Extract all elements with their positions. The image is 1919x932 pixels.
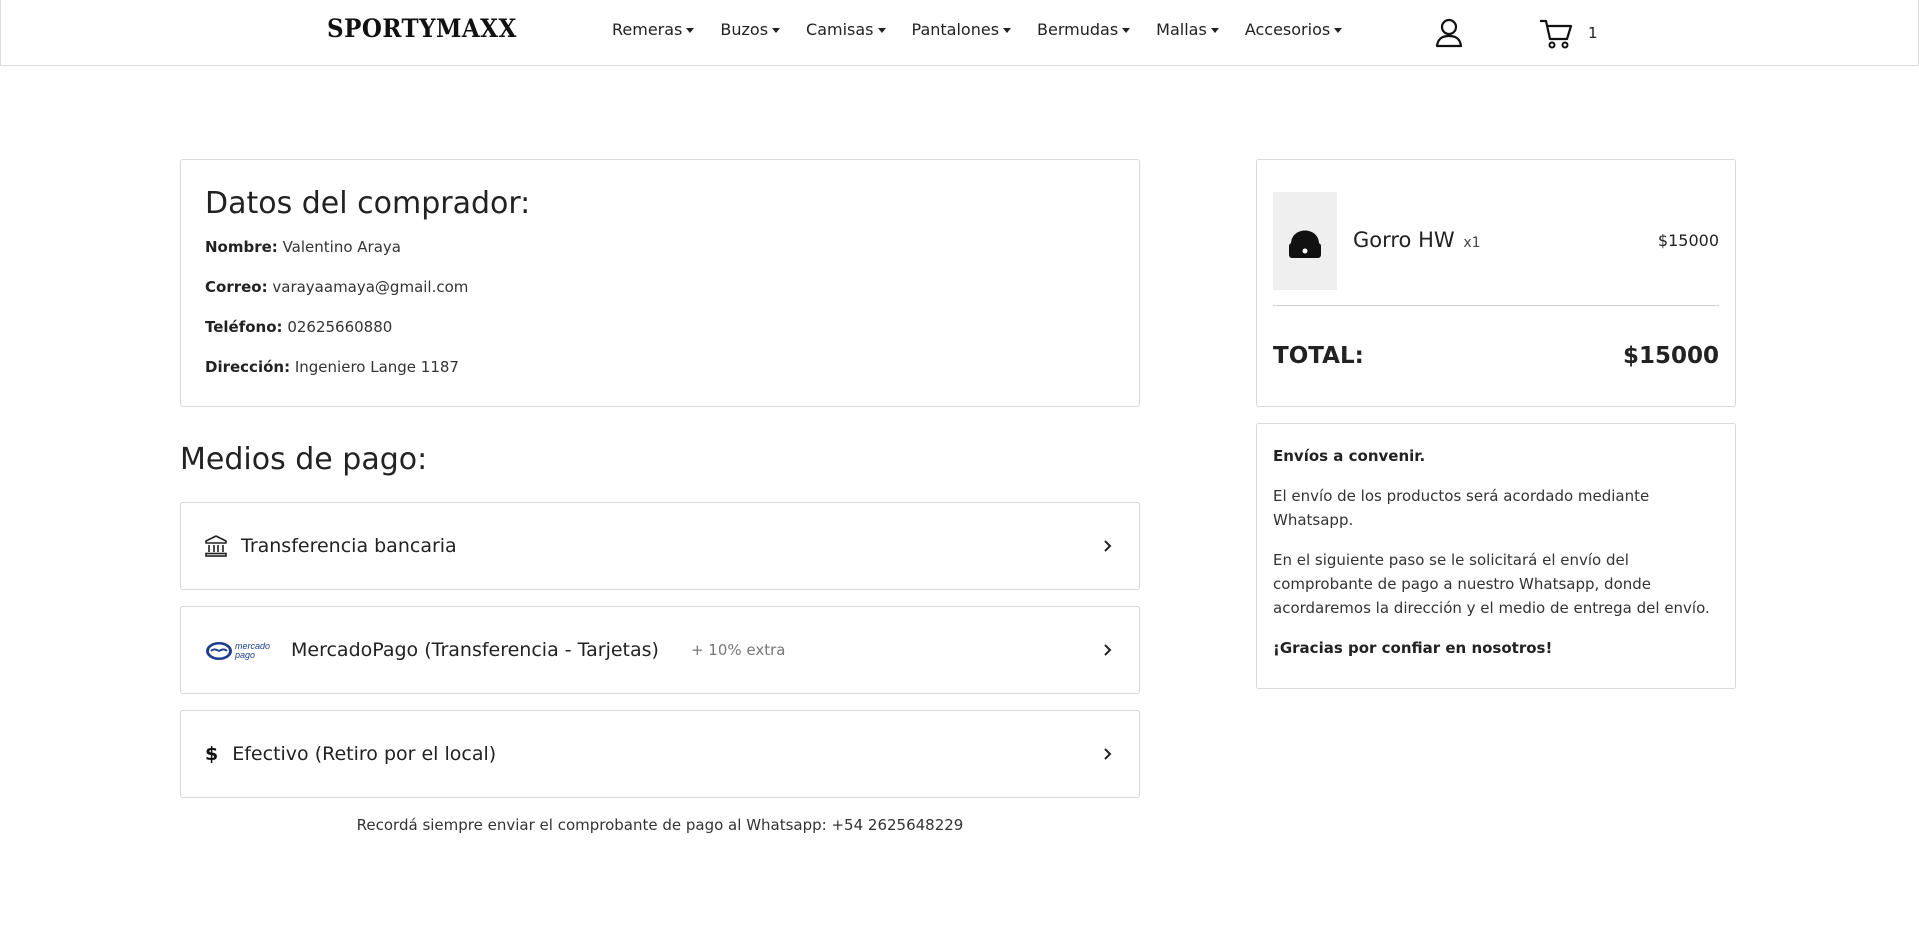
buyer-name-row: Nombre: Valentino Araya xyxy=(205,237,1115,257)
user-icon[interactable] xyxy=(1435,18,1463,48)
buyer-phone-label: Teléfono: xyxy=(205,318,283,336)
main-nav: Remeras Buzos Camisas Pantalones Bermuda… xyxy=(612,20,1368,39)
chevron-right-icon xyxy=(1104,644,1112,656)
payment-option-label: Efectivo (Retiro por el local) xyxy=(232,743,497,765)
total-label: TOTAL: xyxy=(1273,343,1364,369)
buyer-phone-value: 02625660880 xyxy=(287,318,393,336)
chevron-right-icon xyxy=(1104,748,1112,760)
caret-down-icon xyxy=(1210,27,1219,33)
cart-count-badge: 1 xyxy=(1588,24,1598,42)
shipping-paragraph-1: El envío de los productos será acordado … xyxy=(1273,487,1650,529)
mercadopago-logo-text-2: pago xyxy=(234,650,255,660)
shipping-title: Envíos a convenir. xyxy=(1273,447,1426,465)
nav-item-bermudas[interactable]: Bermudas xyxy=(1037,20,1131,39)
product-image xyxy=(1273,192,1337,290)
nav-label: Buzos xyxy=(720,20,769,39)
buyer-email-label: Correo: xyxy=(205,278,268,296)
caret-down-icon xyxy=(1003,27,1012,33)
caret-down-icon xyxy=(877,27,886,33)
nav-label: Accesorios xyxy=(1244,20,1331,39)
shipping-paragraph-2: En el siguiente paso se le solicitará el… xyxy=(1273,551,1710,617)
brand-logo[interactable]: SPORTYMAXX xyxy=(327,14,517,43)
product-quantity: x1 xyxy=(1463,235,1481,251)
nav-label: Remeras xyxy=(612,20,683,39)
payment-option-bank-transfer[interactable]: Transferencia bancaria xyxy=(180,502,1140,590)
nav-label: Bermudas xyxy=(1037,20,1119,39)
buyer-name-label: Nombre: xyxy=(205,238,278,256)
buyer-email-row: Correo: varayaamaya@gmail.com xyxy=(205,277,1115,297)
buyer-address-value: Ingeniero Lange 1187 xyxy=(294,358,459,376)
mercadopago-logo: mercado pago xyxy=(206,641,270,660)
payment-option-cash[interactable]: $ Efectivo (Retiro por el local) xyxy=(180,710,1140,798)
dollar-icon: $ xyxy=(205,743,219,765)
nav-item-camisas[interactable]: Camisas xyxy=(806,20,886,39)
buyer-title: Datos del comprador: xyxy=(205,186,531,221)
nav-label: Camisas xyxy=(806,20,874,39)
nav-item-accesorios[interactable]: Accesorios xyxy=(1244,20,1343,39)
divider xyxy=(1273,305,1719,306)
caret-down-icon xyxy=(1122,27,1131,33)
total-value: $15000 xyxy=(1622,343,1719,369)
buyer-data-card: Datos del comprador: Nombre: Valentino A… xyxy=(180,159,1140,407)
product-price: $15000 xyxy=(1657,231,1719,250)
payment-title: Medios de pago: xyxy=(180,442,428,477)
chevron-right-icon xyxy=(1104,540,1112,552)
product-name-row: Gorro HW x1 xyxy=(1353,228,1481,252)
nav-item-buzos[interactable]: Buzos xyxy=(720,20,781,39)
buyer-name-value: Valentino Araya xyxy=(282,238,401,256)
payment-extra-note: + 10% extra xyxy=(690,641,786,659)
buyer-phone-row: Teléfono: 02625660880 xyxy=(205,317,1115,337)
bank-icon xyxy=(205,535,227,557)
buyer-address-label: Dirección: xyxy=(205,358,291,376)
shipping-thanks: ¡Gracias por confiar en nosotros! xyxy=(1273,639,1553,657)
nav-label: Pantalones xyxy=(911,20,1000,39)
nav-item-remeras[interactable]: Remeras xyxy=(612,20,695,39)
whatsapp-reminder: Recordá siempre enviar el comprobante de… xyxy=(356,816,964,834)
nav-item-mallas[interactable]: Mallas xyxy=(1156,20,1219,39)
beanie-icon xyxy=(1289,230,1321,258)
product-name: Gorro HW xyxy=(1353,228,1455,252)
nav-label: Mallas xyxy=(1156,20,1207,39)
nav-item-pantalones[interactable]: Pantalones xyxy=(912,20,1012,39)
caret-down-icon xyxy=(1334,27,1343,33)
buyer-email-value: varayaamaya@gmail.com xyxy=(272,278,469,296)
payment-option-label: Transferencia bancaria xyxy=(241,535,457,557)
buyer-address-row: Dirección: Ingeniero Lange 1187 xyxy=(205,357,1115,377)
payment-option-mercadopago[interactable]: mercado pago MercadoPago (Transferencia … xyxy=(180,606,1140,694)
shipping-info-card: Envíos a convenir. El envío de los produ… xyxy=(1256,423,1736,689)
caret-down-icon xyxy=(772,27,781,33)
cart-icon[interactable] xyxy=(1539,18,1573,50)
payment-option-label: MercadoPago (Transferencia - Tarjetas) xyxy=(291,639,659,661)
navbar: SPORTYMAXX Remeras Buzos Camisas Pantalo… xyxy=(0,0,1919,66)
order-summary-card: Gorro HW x1 $15000 TOTAL: $15000 xyxy=(1256,159,1736,407)
caret-down-icon xyxy=(686,27,695,33)
